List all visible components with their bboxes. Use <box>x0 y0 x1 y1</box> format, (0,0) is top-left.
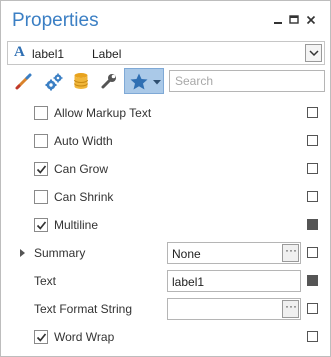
label-a-icon: A <box>14 44 25 60</box>
behavior-gears-icon <box>45 73 63 91</box>
search-input[interactable] <box>170 71 324 91</box>
property-marker[interactable] <box>307 275 318 286</box>
property-label: Text Format String <box>34 302 133 316</box>
search-box[interactable] <box>169 70 325 92</box>
property-label: Word Wrap <box>54 330 115 344</box>
property-row-word-wrap: Word Wrap <box>2 323 331 351</box>
property-row-text: Text label1 <box>2 267 331 295</box>
category-toolbar <box>7 67 325 95</box>
text-value: label1 <box>172 275 205 289</box>
caret-down-icon <box>153 80 161 85</box>
text-format-string-editor[interactable]: ··· <box>167 298 301 320</box>
object-selector[interactable]: A label1 Label <box>7 41 325 65</box>
property-row-can-grow: Can Grow <box>2 155 331 183</box>
property-label: Can Shrink <box>54 190 114 204</box>
selector-dropdown-button[interactable] <box>305 44 322 62</box>
allow-markup-text-checkbox[interactable] <box>34 106 48 120</box>
property-marker[interactable] <box>307 135 318 146</box>
property-marker[interactable] <box>307 247 318 258</box>
favorites-tab-button[interactable] <box>124 68 164 94</box>
data-tab-button[interactable] <box>68 68 94 94</box>
property-row-summary: Summary None ··· <box>2 239 331 267</box>
selected-object-type: Label <box>92 47 122 61</box>
property-row-allow-markup-text: Allow Markup Text <box>2 99 331 127</box>
text-editor[interactable]: label1 <box>167 270 301 292</box>
property-row-can-shrink: Can Shrink <box>2 183 331 211</box>
property-label: Allow Markup Text <box>54 106 152 120</box>
panel-header: Properties <box>1 1 330 39</box>
can-shrink-checkbox[interactable] <box>34 190 48 204</box>
pin-icon[interactable] <box>271 13 285 27</box>
panel-title: Properties <box>12 10 99 31</box>
properties-panel: Properties A label1 Label Search Allow M… <box>0 0 331 357</box>
selected-object-name: label1 <box>32 47 65 61</box>
property-label: Text <box>34 274 57 288</box>
favorites-star-icon <box>130 73 148 90</box>
word-wrap-checkbox[interactable] <box>34 330 48 344</box>
property-marker[interactable] <box>307 331 318 342</box>
summary-ellipsis-button[interactable]: ··· <box>282 243 299 262</box>
checkmark-icon <box>36 221 47 230</box>
maximize-icon[interactable] <box>287 13 301 27</box>
close-icon[interactable] <box>304 13 318 27</box>
property-marker[interactable] <box>307 107 318 118</box>
behavior-tab-button[interactable] <box>40 68 66 94</box>
property-label: Can Grow <box>54 162 109 176</box>
auto-width-checkbox[interactable] <box>34 134 48 148</box>
layout-tab-button[interactable] <box>96 68 122 94</box>
text-format-string-ellipsis-button[interactable]: ··· <box>282 299 299 318</box>
property-label: Summary <box>34 246 86 260</box>
property-row-auto-width: Auto Width <box>2 127 331 155</box>
ellipsis-icon: ··· <box>285 243 297 257</box>
property-row-text-format-string: Text Format String ··· <box>2 295 331 323</box>
chevron-down-icon <box>309 50 319 57</box>
summary-editor[interactable]: None ··· <box>167 242 301 264</box>
property-marker[interactable] <box>307 191 318 202</box>
can-grow-checkbox[interactable] <box>34 162 48 176</box>
data-database-icon <box>74 73 88 89</box>
appearance-brush-icon <box>15 73 32 90</box>
appearance-tab-button[interactable] <box>11 68 37 94</box>
property-marker[interactable] <box>307 163 318 174</box>
property-label: Multiline <box>54 218 99 232</box>
property-grid: Allow Markup Text Auto Width Can Grow Ca… <box>2 99 331 351</box>
property-label: Auto Width <box>54 134 113 148</box>
property-marker[interactable] <box>307 303 318 314</box>
ellipsis-icon: ··· <box>285 299 297 313</box>
property-marker[interactable] <box>307 219 318 230</box>
multiline-checkbox[interactable] <box>34 218 48 232</box>
checkmark-icon <box>36 333 47 342</box>
property-row-multiline: Multiline <box>2 211 331 239</box>
expand-arrow-icon[interactable] <box>20 249 25 257</box>
checkmark-icon <box>36 165 47 174</box>
summary-value: None <box>172 247 201 261</box>
layout-wrench-icon <box>101 74 116 89</box>
